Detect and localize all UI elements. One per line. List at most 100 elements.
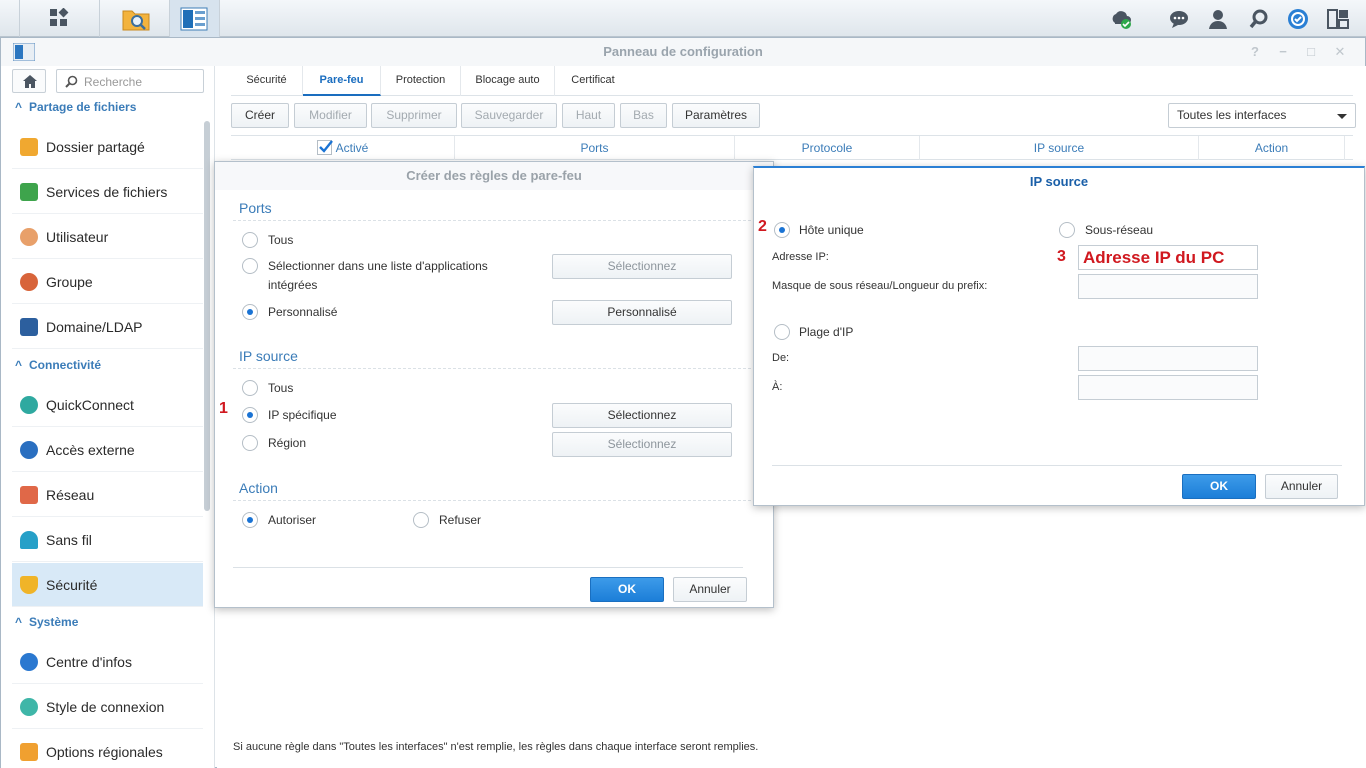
source-ip-select-button[interactable]: Sélectionnez bbox=[552, 403, 732, 428]
tab-firewall[interactable]: Pare-feu bbox=[303, 66, 381, 96]
taskbar bbox=[0, 0, 1366, 37]
ports-all-radio[interactable] bbox=[242, 232, 258, 248]
action-allow-radio[interactable] bbox=[242, 512, 258, 528]
sidebar-item-regional-options[interactable]: Options régionales bbox=[12, 730, 203, 768]
ports-select-button[interactable]: Sélectionnez bbox=[552, 254, 732, 279]
info-icon bbox=[20, 653, 38, 671]
ok-button[interactable]: OK bbox=[1182, 474, 1256, 499]
chat-icon[interactable] bbox=[1168, 8, 1190, 30]
tab-certificate[interactable]: Certificat bbox=[555, 66, 631, 96]
interface-select[interactable]: Toutes les interfaces bbox=[1168, 103, 1356, 128]
tab-security[interactable]: Sécurité bbox=[231, 66, 303, 96]
section-connectivity[interactable]: ^ Connectivité bbox=[15, 354, 101, 376]
main-menu-button[interactable] bbox=[20, 0, 100, 37]
ip-address-field[interactable]: Adresse IP du PC bbox=[1078, 245, 1258, 270]
column-action[interactable]: Action bbox=[1199, 136, 1345, 160]
column-source-ip[interactable]: IP source bbox=[920, 136, 1199, 160]
ports-custom-button[interactable]: Personnalisé bbox=[552, 300, 732, 325]
sidebar-item-label: Réseau bbox=[46, 487, 95, 503]
sidebar-item-label: Sans fil bbox=[46, 532, 92, 548]
search-input[interactable]: Recherche bbox=[56, 69, 204, 93]
source-ip-specific-label: IP spécifique bbox=[268, 408, 337, 422]
source-ip-all-radio[interactable] bbox=[242, 380, 258, 396]
minimize-icon[interactable]: − bbox=[1277, 45, 1289, 58]
sidebar: Recherche ^ Partage de fichiers Dossier p… bbox=[1, 66, 215, 768]
ip-address-label: Adresse IP: bbox=[772, 251, 829, 263]
ports-custom-radio[interactable] bbox=[242, 304, 258, 320]
file-station-button[interactable] bbox=[100, 0, 170, 37]
sidebar-item-label: Sécurité bbox=[46, 577, 98, 593]
widgets-icon[interactable] bbox=[1327, 8, 1349, 30]
sidebar-item-file-services[interactable]: Services de fichiers bbox=[12, 170, 203, 214]
create-button[interactable]: Créer bbox=[231, 103, 289, 128]
column-enabled[interactable]: Activé bbox=[231, 136, 455, 160]
user-icon[interactable] bbox=[1207, 8, 1229, 30]
column-label: Activé bbox=[335, 141, 369, 155]
dropdown-arrow-icon bbox=[1337, 114, 1347, 119]
region-select-button[interactable]: Sélectionnez bbox=[552, 432, 732, 457]
tab-protection[interactable]: Protection bbox=[381, 66, 461, 96]
up-button[interactable]: Haut bbox=[562, 103, 615, 128]
search-icon[interactable] bbox=[1248, 8, 1270, 30]
home-button[interactable] bbox=[12, 69, 46, 93]
range-to-field[interactable] bbox=[1078, 375, 1258, 400]
sidebar-item-network[interactable]: Réseau bbox=[12, 473, 203, 517]
close-icon[interactable]: ✕ bbox=[1334, 45, 1346, 58]
sidebar-scrollbar[interactable] bbox=[204, 121, 210, 511]
sidebar-item-login-style[interactable]: Style de connexion bbox=[12, 685, 203, 729]
source-ip-region-label: Région bbox=[268, 436, 307, 450]
section-title: Système bbox=[29, 615, 79, 629]
sidebar-item-shared-folder[interactable]: Dossier partagé bbox=[12, 125, 203, 169]
cloud-sync-icon[interactable] bbox=[1110, 8, 1132, 30]
section-title: Partage de fichiers bbox=[29, 100, 137, 114]
help-icon[interactable]: ? bbox=[1249, 45, 1261, 58]
shield-icon bbox=[20, 576, 38, 594]
ok-button[interactable]: OK bbox=[590, 577, 664, 602]
maximize-icon[interactable]: □ bbox=[1305, 45, 1317, 58]
sidebar-item-label: Dossier partagé bbox=[46, 139, 145, 155]
section-system[interactable]: ^ Système bbox=[15, 611, 78, 633]
column-protocol[interactable]: Protocole bbox=[735, 136, 920, 160]
action-deny-radio[interactable] bbox=[413, 512, 429, 528]
subnet-mask-field[interactable] bbox=[1078, 274, 1258, 299]
tab-auto-block[interactable]: Blocage auto bbox=[461, 66, 555, 96]
sidebar-item-wireless[interactable]: Sans fil bbox=[12, 518, 203, 562]
delete-button[interactable]: Supprimer bbox=[371, 103, 457, 128]
subnet-radio[interactable] bbox=[1059, 222, 1075, 238]
wifi-icon bbox=[20, 531, 38, 549]
search-icon bbox=[65, 75, 78, 88]
sidebar-item-quickconnect[interactable]: QuickConnect bbox=[12, 383, 203, 427]
footer-divider bbox=[772, 465, 1342, 466]
cancel-button[interactable]: Annuler bbox=[1265, 474, 1338, 499]
action-allow-label: Autoriser bbox=[268, 513, 317, 527]
cancel-button[interactable]: Annuler bbox=[673, 577, 747, 602]
ports-list-radio[interactable] bbox=[242, 258, 258, 274]
sidebar-item-security[interactable]: Sécurité bbox=[12, 563, 203, 607]
section-file-sharing[interactable]: ^ Partage de fichiers bbox=[15, 96, 136, 118]
settings-button[interactable]: Paramètres bbox=[672, 103, 760, 128]
source-ip-region-radio[interactable] bbox=[242, 435, 258, 451]
ports-all-label: Tous bbox=[268, 233, 294, 247]
action-deny-label: Refuser bbox=[439, 513, 482, 527]
sidebar-item-external-access[interactable]: Accès externe bbox=[12, 428, 203, 472]
sidebar-item-user[interactable]: Utilisateur bbox=[12, 215, 203, 259]
column-ports[interactable]: Ports bbox=[455, 136, 735, 160]
control-panel-button[interactable] bbox=[170, 0, 220, 37]
window-title-bar[interactable]: Panneau de configuration ? − □ ✕ bbox=[1, 38, 1365, 66]
range-from-field[interactable] bbox=[1078, 346, 1258, 371]
dashboard-icon[interactable] bbox=[1287, 8, 1309, 30]
save-button[interactable]: Sauvegarder bbox=[461, 103, 557, 128]
sidebar-item-info-center[interactable]: Centre d'infos bbox=[12, 640, 203, 684]
source-ip-specific-radio[interactable] bbox=[242, 407, 258, 423]
firewall-rules-dialog: Créer des règles de pare-feu Ports Tous … bbox=[214, 161, 774, 608]
sidebar-item-group[interactable]: Groupe bbox=[12, 260, 203, 304]
single-host-radio[interactable] bbox=[774, 222, 790, 238]
app-icon bbox=[13, 43, 35, 61]
sidebar-item-domain-ldap[interactable]: Domaine/LDAP bbox=[12, 305, 203, 349]
checkmark-icon[interactable] bbox=[316, 140, 333, 155]
ip-range-radio[interactable] bbox=[774, 324, 790, 340]
domain-ldap-icon bbox=[20, 318, 38, 336]
down-button[interactable]: Bas bbox=[620, 103, 667, 128]
range-from-label: De: bbox=[772, 352, 790, 364]
modify-button[interactable]: Modifier bbox=[294, 103, 367, 128]
